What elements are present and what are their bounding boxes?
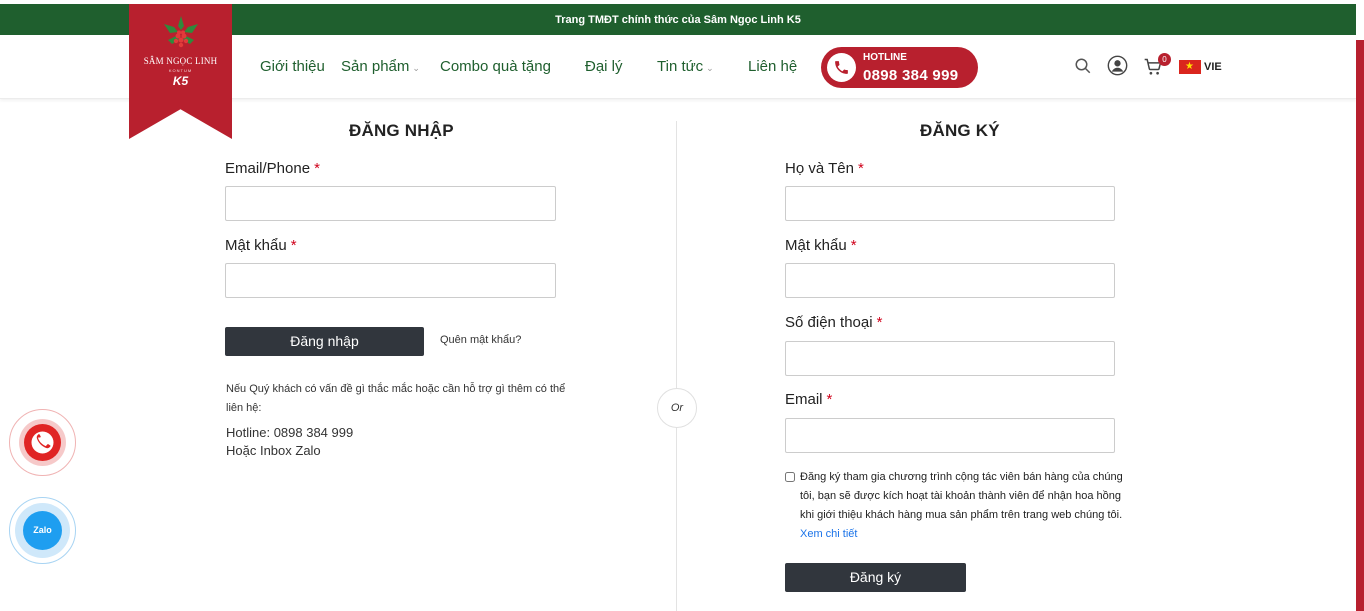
login-button[interactable]: Đăng nhập [225,327,424,356]
label-text: Số điện thoại [785,314,873,331]
nav-label: Giới thiệu [260,58,325,75]
phone-icon [24,424,61,461]
site-logo[interactable]: SÂM NGỌC LINH KONTUM K5 [129,4,232,139]
nav-item-combo[interactable]: Combo quà tặng [440,58,551,75]
label-text: Email [785,391,823,408]
zalo-icon: Zalo [23,511,62,550]
label-text: Email/Phone [225,160,311,177]
register-email-input[interactable] [785,418,1115,453]
or-separator: Or [657,388,697,428]
ginseng-flower-icon [164,16,198,48]
required-mark: * [314,160,320,177]
required-mark: * [850,237,857,254]
logo-mark: K5 [172,74,189,88]
required-mark: * [857,160,864,177]
hotline-number: 0898 384 999 [863,67,959,84]
cart-count-badge: 0 [1158,53,1171,66]
nav-item-dai-ly[interactable]: Đại lý [585,58,623,75]
hotline-label: HOTLINE [863,52,907,63]
logo-sub-text: KONTUM [168,68,193,73]
nav-label: Đại lý [585,58,623,75]
nav-label: Sản phẩm [341,58,410,75]
required-mark: * [876,314,883,331]
label-text: Mật khẩu [225,237,287,254]
floating-phone-button[interactable] [9,409,76,476]
register-phone-label: Số điện thoại * [785,314,882,331]
affiliate-text: Đăng ký tham gia chương trình cộng tác v… [800,468,1130,544]
page-scrollbar[interactable] [1356,40,1364,611]
login-password-label: Mật khẩu * [225,237,297,254]
login-email-input[interactable] [225,186,556,221]
label-text: Mật khẩu [785,237,847,254]
chevron-down-icon: ⌄ [412,63,420,73]
search-icon[interactable] [1074,57,1092,80]
login-email-label: Email/Phone * [225,160,320,177]
required-mark: * [826,391,833,408]
vietnam-flag-icon: ★ [1179,60,1201,74]
login-title: ĐĂNG NHẬP [349,121,454,140]
nav-item-lien-he[interactable]: Liên hệ [748,58,797,75]
register-name-label: Họ và Tên * [785,160,864,177]
register-password-input[interactable] [785,263,1115,298]
hotline-contact-text: Hotline: 0898 384 999 [226,425,354,440]
column-divider [676,121,677,611]
label-text: Họ và Tên [785,160,854,177]
register-email-label: Email * [785,391,832,408]
hotline-button[interactable]: HOTLINE 0898 384 999 [821,47,978,88]
nav-label: Liên hệ [748,58,798,75]
register-password-label: Mật khẩu * [785,237,857,254]
affiliate-checkbox[interactable] [785,472,795,482]
register-button[interactable]: Đăng ký [785,563,966,592]
language-selector[interactable]: ★ VIE [1179,60,1222,74]
floating-zalo-button[interactable]: Zalo [9,497,76,564]
nav-label: Tin tức [657,58,704,75]
language-code: VIE [1204,61,1222,73]
affiliate-description: Đăng ký tham gia chương trình cộng tác v… [800,471,1123,521]
login-password-input[interactable] [225,263,556,298]
logo-brand-text: SÂM NGỌC LINH [143,56,218,66]
zalo-contact-text: Hoặc Inbox Zalo [226,443,321,458]
required-mark: * [290,237,297,254]
register-title: ĐĂNG KÝ [920,121,1000,140]
view-details-link[interactable]: Xem chi tiết [800,528,857,540]
nav-label: Combo quà tặng [440,58,551,75]
register-phone-input[interactable] [785,341,1115,376]
announcement-text: Trang TMĐT chính thức của Sâm Ngọc Linh … [555,13,801,26]
phone-icon [827,53,856,82]
login-help-text: Nếu Quý khách có vấn đề gì thắc mắc hoặc… [226,383,566,414]
register-name-input[interactable] [785,186,1115,221]
user-icon[interactable] [1107,55,1128,81]
nav-item-san-pham[interactable]: Sản phẩm ⌄ [341,58,420,75]
nav-item-tin-tuc[interactable]: Tin tức ⌄ [657,58,714,75]
nav-item-gioi-thieu[interactable]: Giới thiệu [260,58,325,75]
chevron-down-icon: ⌄ [706,63,714,73]
forgot-password-link[interactable]: Quên mật khẩu? [440,334,521,346]
